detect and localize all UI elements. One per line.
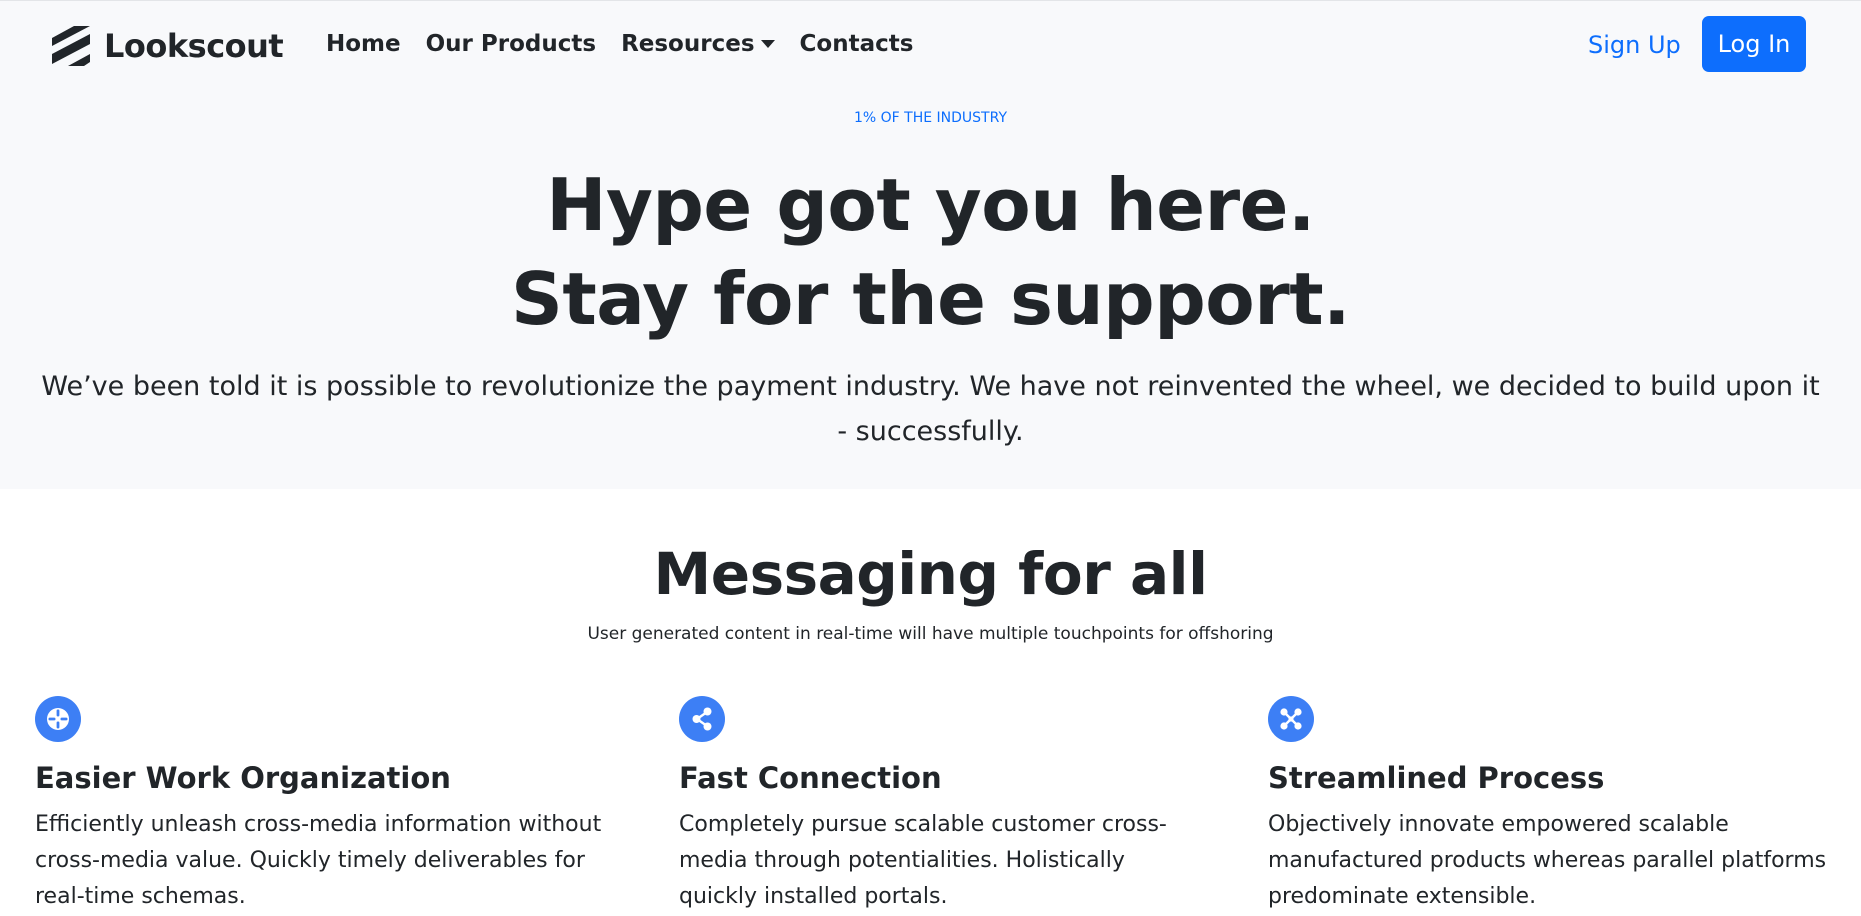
brand-name: Lookscout xyxy=(104,27,284,65)
feature-text: Completely pursue scalable customer cros… xyxy=(679,812,1167,909)
nodes-icon xyxy=(1268,696,1314,742)
hero-title: Hype got you here. Stay for the support. xyxy=(0,158,1861,346)
feature-title: Fast Connection xyxy=(679,761,942,795)
feature-text: Efficiently unleash cross-media informat… xyxy=(35,812,602,909)
nav-item-resources[interactable]: Resources xyxy=(621,31,775,57)
hero-eyebrow: 1% of the industry xyxy=(853,110,1007,126)
nav-item-our-products[interactable]: Our Products xyxy=(426,31,596,57)
hero-subtitle: We’ve been told it is possible to revolu… xyxy=(41,371,1820,447)
top-navbar: Lookscout Home Our Products Resources Co… xyxy=(0,0,1861,90)
nav-item-contacts[interactable]: Contacts xyxy=(800,31,914,57)
nav-item-home[interactable]: Home xyxy=(326,31,401,57)
log-in-button[interactable]: Log In xyxy=(1702,16,1806,72)
feature-title: Streamlined Process xyxy=(1268,761,1605,795)
messaging-subtitle: User generated content in real-time will… xyxy=(587,624,1274,644)
sign-up-link[interactable]: Sign Up xyxy=(1588,31,1681,59)
brand-link[interactable]: Lookscout xyxy=(50,24,284,68)
nav-item-resources-label: Resources xyxy=(621,31,755,57)
feature-text: Objectively innovate empowered scalable … xyxy=(1268,812,1827,909)
share-icon xyxy=(679,696,725,742)
main-nav: Home Our Products Resources Contacts xyxy=(326,31,938,57)
hero-title-line-1: Hype got you here. xyxy=(546,163,1315,247)
feature-card-fast-connection: Fast Connection Completely pursue scalab… xyxy=(679,696,1209,915)
feature-title: Easier Work Organization xyxy=(35,761,451,795)
feature-card-work-organization: Easier Work Organization Efficiently unl… xyxy=(35,696,605,915)
crosshair-icon xyxy=(35,696,81,742)
feature-card-streamlined-process: Streamlined Process Objectively innovate… xyxy=(1268,696,1828,915)
caret-down-icon xyxy=(760,40,775,48)
hero-title-line-2: Stay for the support. xyxy=(510,257,1351,341)
messaging-title: Messaging for all xyxy=(653,540,1208,608)
stripes-logo-icon xyxy=(52,26,90,66)
